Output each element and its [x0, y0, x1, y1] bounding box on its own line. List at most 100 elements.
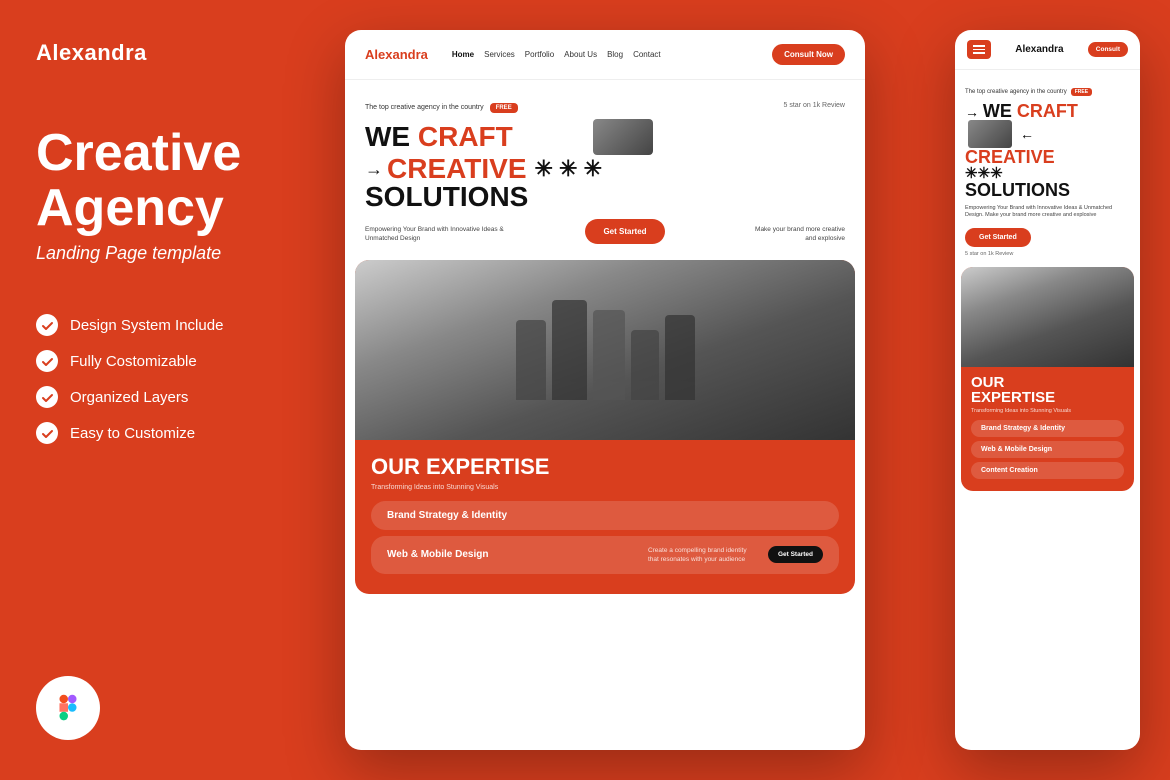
nav-link-home[interactable]: Home [452, 50, 474, 59]
hamburger-line [973, 45, 985, 47]
headline-we: WE [365, 123, 418, 151]
hero-star-review: 5 star on 1k Review [784, 102, 845, 109]
mobile-badge-text: The top creative agency in the country [965, 89, 1067, 95]
left-panel: Alexandra Creative Agency Landing Page t… [0, 0, 320, 780]
mobile-tagline: Empowering Your Brand with Innovative Id… [965, 205, 1130, 220]
desktop-nav-cta[interactable]: Consult Now [772, 44, 845, 65]
nav-link-portfolio[interactable]: Portfolio [525, 50, 554, 59]
mobile-nav-cta[interactable]: Consult [1088, 42, 1128, 57]
mobile-headline: → WE CRAFT ← CREATIVE ✳✳✳ SOLUTIONS [965, 102, 1130, 199]
nav-link-contact[interactable]: Contact [633, 50, 661, 59]
arrow-icon: → [365, 160, 383, 178]
feature-label: Fully Costomizable [70, 353, 197, 370]
mobile-service-item: Content Creation [971, 462, 1124, 479]
check-icon [36, 386, 58, 408]
mobile-service-name: Web & Mobile Design [981, 446, 1114, 453]
hamburger-icon[interactable] [967, 40, 991, 59]
mobile-badge: The top creative agency in the country F… [965, 88, 1092, 96]
service-name: Brand Strategy & Identity [387, 510, 507, 521]
feature-label: Easy to Customize [70, 425, 195, 442]
desktop-nav-logo: Alexandra [365, 47, 428, 62]
mobile-team-photo [961, 267, 1134, 367]
check-icon [36, 350, 58, 372]
mobile-creative: CREATIVE [965, 147, 1055, 167]
hero-make-text: Make your brand more creative and explos… [745, 225, 845, 243]
mobile-expertise-content: OUR EXPERTISE Transforming Ideas into St… [961, 367, 1134, 491]
check-icon [36, 314, 58, 336]
mobile-expertise-title-line2: EXPERTISE [971, 389, 1055, 406]
mobile-craft: CRAFT [1017, 101, 1078, 121]
mobile-expertise-title: OUR EXPERTISE [971, 375, 1124, 405]
mobile-expertise-sub: Transforming Ideas into Stunning Visuals [971, 408, 1124, 414]
list-item: Fully Costomizable [36, 350, 284, 372]
desktop-nav-links: Home Services Portfolio About Us Blog Co… [452, 50, 756, 59]
team-photo [355, 260, 855, 440]
headline-row-3: SOLUTIONS [365, 183, 845, 211]
hero-headline: WE CRAFT → CREATIVE ✳ ✳ ✳ SOLUTIONS [365, 119, 845, 211]
nav-link-services[interactable]: Services [484, 50, 515, 59]
figma-badge [36, 676, 100, 740]
service-item-web: Web & Mobile Design Create a compelling … [371, 536, 839, 574]
mobile-service-name: Brand Strategy & Identity [981, 425, 1114, 432]
service-btn[interactable]: Get Started [768, 546, 823, 563]
mobile-solutions: SOLUTIONS [965, 180, 1070, 200]
list-item: Design System Include [36, 314, 284, 336]
hamburger-line [973, 52, 985, 54]
service-item-brand: Brand Strategy & Identity [371, 501, 839, 530]
check-icon [36, 422, 58, 444]
expertise-content: OUR EXPERTISE Transforming Ideas into St… [355, 440, 855, 594]
mobile-hero: The top creative agency in the country F… [955, 70, 1140, 263]
feature-label: Organized Layers [70, 389, 188, 406]
mobile-headline-row3: ✳✳✳ [965, 166, 1130, 181]
mobile-cta-button[interactable]: Get Started [965, 228, 1031, 247]
mobile-expertise: OUR EXPERTISE Transforming Ideas into St… [961, 267, 1134, 491]
mobile-headline-row1: → WE CRAFT ← [965, 102, 1130, 148]
hero-badge: The top creative agency in the country F… [365, 103, 518, 113]
team-overlay [355, 260, 855, 440]
title-line1: Creative [36, 124, 241, 182]
desktop-nav: Alexandra Home Services Portfolio About … [345, 30, 865, 80]
mobile-headline-row2: CREATIVE [965, 148, 1130, 166]
list-item: Organized Layers [36, 386, 284, 408]
mobile-badge-free: FREE [1071, 88, 1092, 96]
mobile-we: WE [983, 101, 1017, 121]
expertise-subtitle: Transforming Ideas into Stunning Visuals [371, 484, 839, 491]
expertise-section: OUR EXPERTISE Transforming Ideas into St… [355, 260, 855, 594]
mobile-service-name: Content Creation [981, 467, 1114, 474]
service-desc: Create a compelling brand identity that … [648, 546, 758, 564]
expertise-title: OUR EXPERTISE [371, 454, 839, 480]
headline-row-2: → CREATIVE ✳ ✳ ✳ [365, 155, 845, 183]
subtitle: Landing Page template [36, 243, 284, 264]
hero-inline-image [593, 119, 653, 155]
nav-link-about[interactable]: About Us [564, 50, 597, 59]
brand-title: Alexandra [36, 40, 284, 66]
mobile-nav-logo: Alexandra [1015, 44, 1063, 55]
list-item: Easy to Customize [36, 422, 284, 444]
hero-tagline: Empowering Your Brand with Innovative Id… [365, 225, 505, 243]
mobile-inline-image [968, 120, 1012, 148]
mobile-headline-row4: SOLUTIONS [965, 181, 1130, 199]
asterisk-icons: ✳ ✳ ✳ [535, 158, 603, 180]
mobile-service-item: Brand Strategy & Identity [971, 420, 1124, 437]
hero-badge-free: FREE [490, 103, 518, 113]
hamburger-line [973, 49, 985, 51]
desktop-hero: The top creative agency in the country F… [345, 80, 865, 256]
headline-row-1: WE CRAFT [365, 119, 845, 155]
mobile-preview: Alexandra Consult The top creative agenc… [955, 30, 1140, 750]
nav-link-blog[interactable]: Blog [607, 50, 623, 59]
arrow-right-icon: → [965, 104, 983, 120]
headline-craft: CRAFT [418, 123, 513, 151]
mobile-star-review: 5 star on 1k Review [965, 251, 1130, 257]
arrow-left-icon: ← [1020, 125, 1034, 141]
hero-sub-row: Empowering Your Brand with Innovative Id… [365, 219, 845, 244]
main-title: Creative Agency [36, 126, 284, 235]
headline-creative: CREATIVE [387, 155, 527, 183]
headline-solutions: SOLUTIONS [365, 183, 528, 211]
feature-label: Design System Include [70, 317, 223, 334]
hero-badge-text: The top creative agency in the country [365, 104, 484, 111]
features-list: Design System Include Fully Costomizable… [36, 314, 284, 444]
title-line2: Agency [36, 179, 224, 237]
service-name: Web & Mobile Design [387, 549, 489, 560]
hero-cta-button[interactable]: Get Started [585, 219, 664, 244]
mobile-nav: Alexandra Consult [955, 30, 1140, 70]
